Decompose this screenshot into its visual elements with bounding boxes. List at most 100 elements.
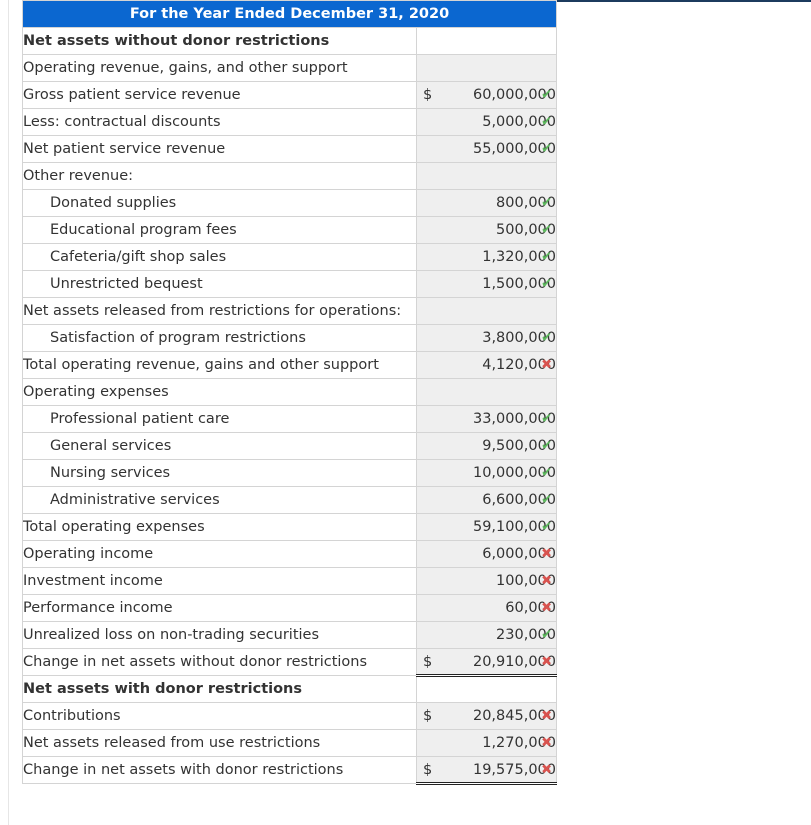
- table-row: Change in net assets without donor restr…: [22, 648, 558, 677]
- amount-input[interactable]: 1,270,000 ✖: [415, 729, 558, 757]
- amount-input[interactable]: 59,100,000 ✔: [415, 513, 558, 541]
- table-row: Net assets released from restrictions fo…: [22, 297, 558, 325]
- row-label: Change in net assets with donor restrict…: [22, 756, 417, 784]
- row-label: Professional patient care: [22, 405, 417, 433]
- table-row: Operating revenue, gains, and other supp…: [22, 54, 558, 82]
- table-row: General services 9,500,000 ✔: [22, 432, 558, 460]
- amount-input[interactable]: [415, 675, 558, 703]
- checkmark-icon: ✔: [541, 411, 553, 427]
- amount-input[interactable]: 6,000,000 ✖: [415, 540, 558, 568]
- row-label: General services: [22, 432, 417, 460]
- amount-input[interactable]: [415, 54, 558, 82]
- currency-symbol: $: [423, 708, 433, 724]
- amount-input[interactable]: $20,910,000 ✖: [415, 648, 558, 677]
- amount-input[interactable]: 100,000 ✖: [415, 567, 558, 595]
- amount-input[interactable]: 10,000,000 ✔: [415, 459, 558, 487]
- table-row: Net assets with donor restrictions: [22, 675, 558, 703]
- row-label: Operating revenue, gains, and other supp…: [22, 54, 417, 82]
- row-label: Unrealized loss on non-trading securitie…: [22, 621, 417, 649]
- currency-symbol: $: [423, 761, 433, 778]
- row-label: Net assets released from restrictions fo…: [22, 297, 417, 325]
- row-label: Net assets without donor restrictions: [22, 27, 417, 55]
- table-row: Unrealized loss on non-trading securitie…: [22, 621, 558, 649]
- table-row: Administrative services 6,600,000 ✔: [22, 486, 558, 514]
- amount-input[interactable]: 60,000 ✖: [415, 594, 558, 622]
- amount-input[interactable]: 5,000,000 ✔: [415, 108, 558, 136]
- row-label: Operating income: [22, 540, 417, 568]
- x-mark-icon: ✖: [541, 600, 553, 616]
- table-row: Cafeteria/gift shop sales 1,320,000 ✔: [22, 243, 558, 271]
- amount-input[interactable]: [415, 297, 558, 325]
- checkmark-icon: ✔: [541, 465, 553, 481]
- row-label: Less: contractual discounts: [22, 108, 417, 136]
- table-row: Satisfaction of program restrictions 3,80…: [22, 324, 558, 352]
- checkmark-icon: ✔: [541, 114, 553, 130]
- amount-input[interactable]: [415, 27, 558, 55]
- amount-input[interactable]: $19,575,000 ✖: [415, 756, 558, 785]
- left-divider: [8, 0, 9, 825]
- table-row: Operating expenses: [22, 378, 558, 406]
- row-label: Administrative services: [22, 486, 417, 514]
- table-row: Change in net assets with donor restrict…: [22, 756, 558, 785]
- row-label: Educational program fees: [22, 216, 417, 244]
- row-label: Net assets with donor restrictions: [22, 675, 417, 703]
- amount-input[interactable]: 230,000 ✔: [415, 621, 558, 649]
- row-label: Donated supplies: [22, 189, 417, 217]
- table-row: Nursing services 10,000,000 ✔: [22, 459, 558, 487]
- table-row: Other revenue:: [22, 162, 558, 190]
- checkmark-icon: ✔: [541, 276, 553, 292]
- row-label: Investment income: [22, 567, 417, 595]
- table-header-row: For the Year Ended December 31, 2020: [21, 0, 558, 28]
- row-label: Gross patient service revenue: [22, 81, 417, 109]
- row-label: Satisfaction of program restrictions: [22, 324, 417, 352]
- checkmark-icon: ✔: [541, 87, 553, 103]
- row-label: Contributions: [22, 702, 417, 730]
- row-label: Net patient service revenue: [22, 135, 417, 163]
- x-mark-icon: ✖: [541, 546, 553, 562]
- row-label: Total operating revenue, gains and other…: [22, 351, 417, 379]
- table-row: Donated supplies 800,000 ✔: [22, 189, 558, 217]
- amount-input[interactable]: 1,320,000 ✔: [415, 243, 558, 271]
- statement-of-operations-table: For the Year Ended December 31, 2020 Net…: [21, 0, 558, 785]
- row-label: Net assets released from use restriction…: [22, 729, 417, 757]
- row-label: Cafeteria/gift shop sales: [22, 243, 417, 271]
- x-mark-icon: ✖: [541, 654, 553, 669]
- amount-input[interactable]: 800,000 ✔: [415, 189, 558, 217]
- checkmark-icon: ✔: [541, 438, 553, 454]
- checkmark-icon: ✔: [541, 519, 553, 535]
- amount-input[interactable]: [415, 162, 558, 190]
- amount-input[interactable]: 4,120,000 ✖: [415, 351, 558, 379]
- table-row: Educational program fees 500,000 ✔: [22, 216, 558, 244]
- checkmark-icon: ✔: [541, 330, 553, 346]
- x-mark-icon: ✖: [541, 735, 553, 751]
- table-row: Investment income 100,000 ✖: [22, 567, 558, 595]
- amount-input[interactable]: [415, 378, 558, 406]
- amount-input[interactable]: 500,000 ✔: [415, 216, 558, 244]
- table-row: Net assets without donor restrictions: [22, 27, 558, 55]
- amount-input[interactable]: 1,500,000 ✔: [415, 270, 558, 298]
- checkmark-icon: ✔: [541, 195, 553, 211]
- table-row: Total operating expenses 59,100,000 ✔: [22, 513, 558, 541]
- x-mark-icon: ✖: [541, 357, 553, 373]
- checkmark-icon: ✔: [541, 222, 553, 238]
- amount-input[interactable]: 6,600,000 ✔: [415, 486, 558, 514]
- row-label: Operating expenses: [22, 378, 417, 406]
- amount-input[interactable]: $60,000,000 ✔: [415, 81, 558, 109]
- table-row: Operating income 6,000,000 ✖: [22, 540, 558, 568]
- row-label: Other revenue:: [22, 162, 417, 190]
- amount-input[interactable]: 3,800,000 ✔: [415, 324, 558, 352]
- table-row: Net patient service revenue 55,000,000 ✔: [22, 135, 558, 163]
- amount-input[interactable]: $20,845,000 ✖: [415, 702, 558, 730]
- table-row: Net assets released from use restriction…: [22, 729, 558, 757]
- row-label: Nursing services: [22, 459, 417, 487]
- table-row: Total operating revenue, gains and other…: [22, 351, 558, 379]
- statement-period-title: For the Year Ended December 31, 2020: [21, 0, 558, 28]
- table-row: Performance income 60,000 ✖: [22, 594, 558, 622]
- checkmark-icon: ✔: [541, 141, 553, 157]
- amount-input[interactable]: 9,500,000 ✔: [415, 432, 558, 460]
- amount-input[interactable]: 33,000,000 ✔: [415, 405, 558, 433]
- currency-symbol: $: [423, 653, 433, 670]
- amount-input[interactable]: 55,000,000 ✔: [415, 135, 558, 163]
- window-top-bar: [556, 0, 811, 2]
- table-row: Unrestricted bequest 1,500,000 ✔: [22, 270, 558, 298]
